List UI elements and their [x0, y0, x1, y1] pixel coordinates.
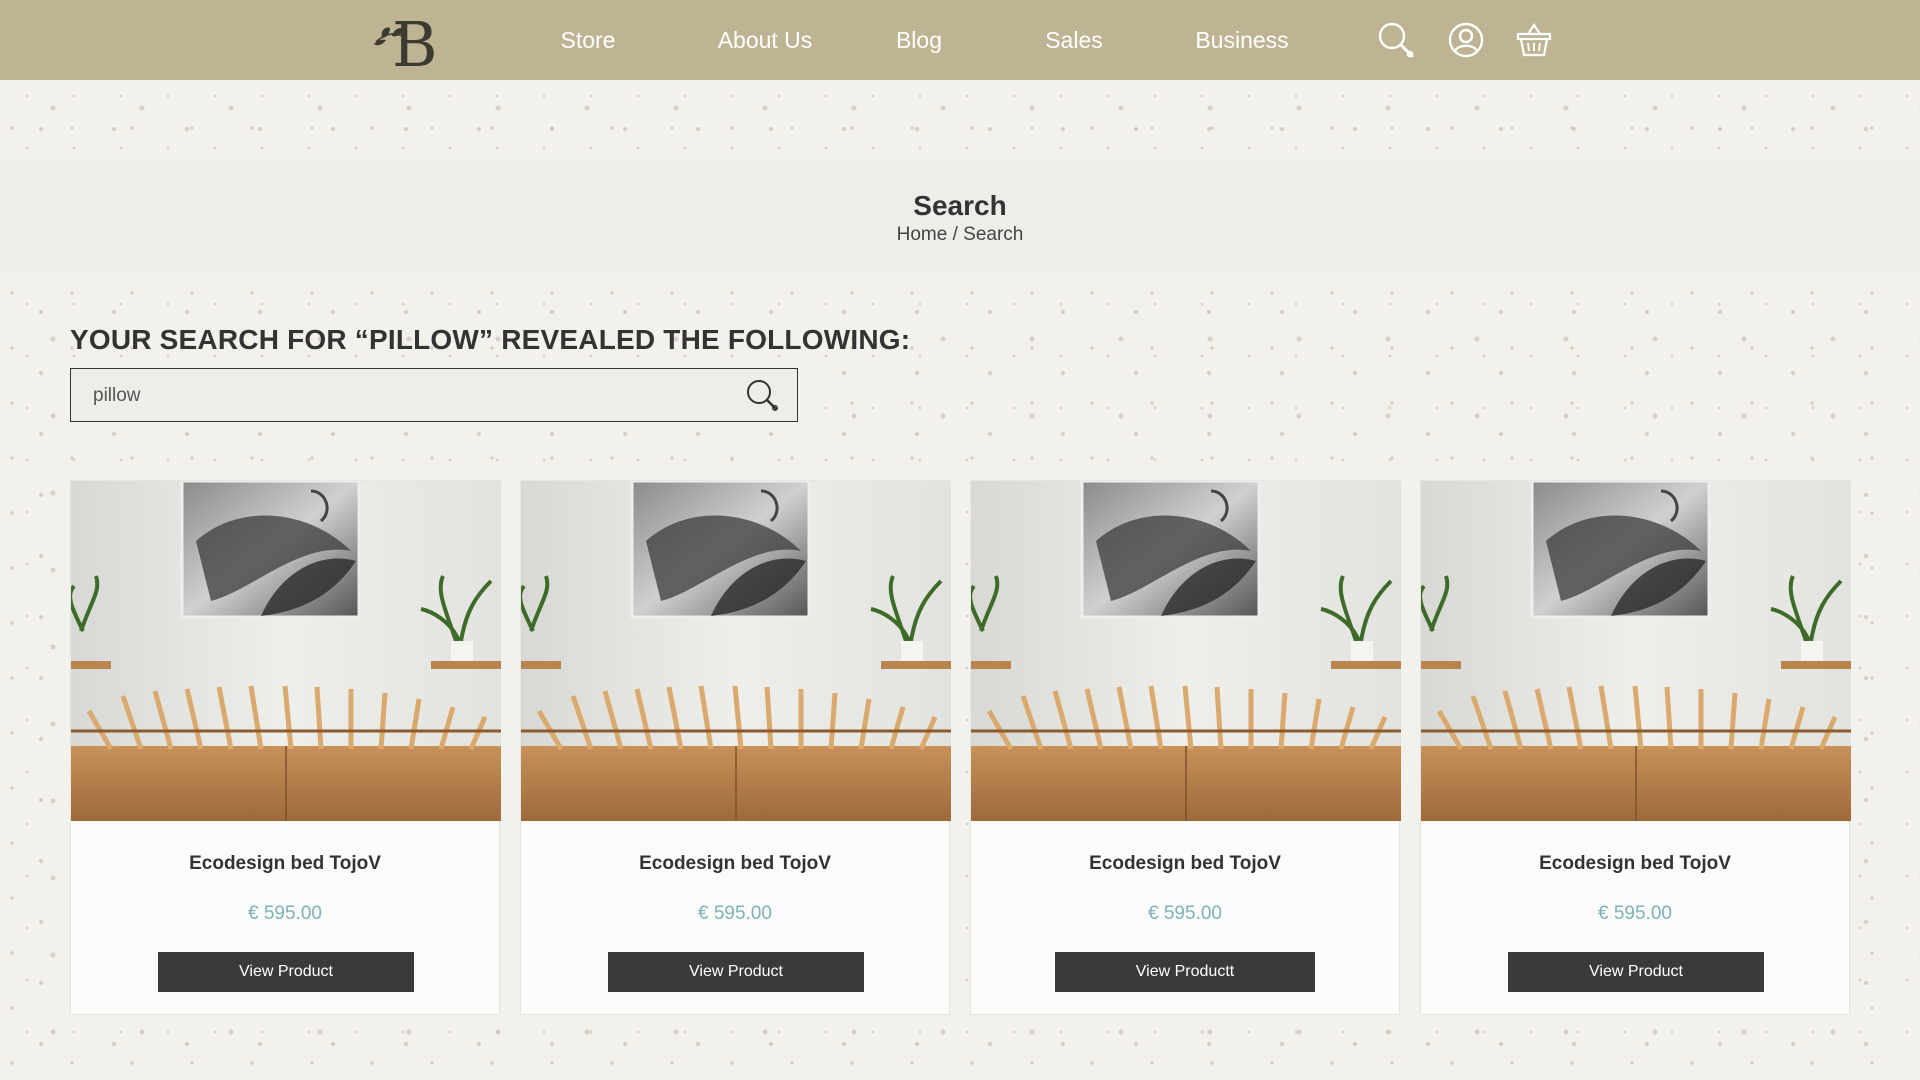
brand-logo[interactable]: B [372, 8, 448, 81]
product-image[interactable] [521, 481, 951, 821]
product-price: € 595.00 [698, 903, 772, 924]
product-image[interactable] [971, 481, 1401, 821]
product-image[interactable] [1421, 481, 1851, 821]
search-form [70, 368, 798, 422]
view-product-button[interactable]: View Product [608, 952, 864, 992]
product-price: € 595.00 [1598, 903, 1672, 924]
nav-about-us[interactable]: About Us [712, 22, 818, 58]
product-name[interactable]: Ecodesign bed TojoV [971, 853, 1399, 875]
svg-text:B: B [392, 8, 438, 72]
view-product-button[interactable]: View Product [158, 952, 414, 992]
search-icon[interactable] [1376, 20, 1416, 60]
results-heading: YOUR SEARCH FOR “PILLOW” REVEALED THE FO… [70, 324, 911, 355]
site-header: B Store About Us Blog Sales Business [0, 0, 1920, 81]
view-product-button[interactable]: View Product [1508, 952, 1764, 992]
nav-store[interactable]: Store [548, 22, 628, 58]
breadcrumb-separator: / [947, 224, 964, 245]
shopping-basket-icon[interactable] [1514, 20, 1554, 60]
search-submit-icon[interactable] [745, 378, 781, 414]
product-card: Ecodesign bed TojoV € 595.00 View Produc… [520, 480, 950, 1015]
breadcrumb: Home / Search [0, 224, 1920, 246]
product-name[interactable]: Ecodesign bed TojoV [1421, 853, 1849, 875]
product-card: Ecodesign bed TojoV € 595.00 View Produc… [970, 480, 1400, 1015]
search-input[interactable] [91, 369, 715, 422]
product-image[interactable] [71, 481, 501, 821]
product-price: € 595.00 [1148, 903, 1222, 924]
user-account-icon[interactable] [1446, 20, 1486, 60]
breadcrumb-current: Search [963, 224, 1024, 245]
product-name[interactable]: Ecodesign bed TojoV [71, 853, 499, 875]
nav-business[interactable]: Business [1188, 22, 1296, 58]
nav-sales[interactable]: Sales [1036, 22, 1112, 58]
breadcrumb-home-link[interactable]: Home [897, 224, 948, 245]
page-banner: Search Home / Search [0, 160, 1920, 271]
product-price: € 595.00 [248, 903, 322, 924]
page-title: Search [913, 190, 1007, 221]
view-product-button[interactable]: View Productt [1055, 952, 1315, 992]
product-card: Ecodesign bed TojoV € 595.00 View Produc… [70, 480, 500, 1015]
product-name[interactable]: Ecodesign bed TojoV [521, 853, 949, 875]
product-card: Ecodesign bed TojoV € 595.00 View Produc… [1420, 480, 1850, 1015]
nav-blog[interactable]: Blog [880, 22, 958, 58]
